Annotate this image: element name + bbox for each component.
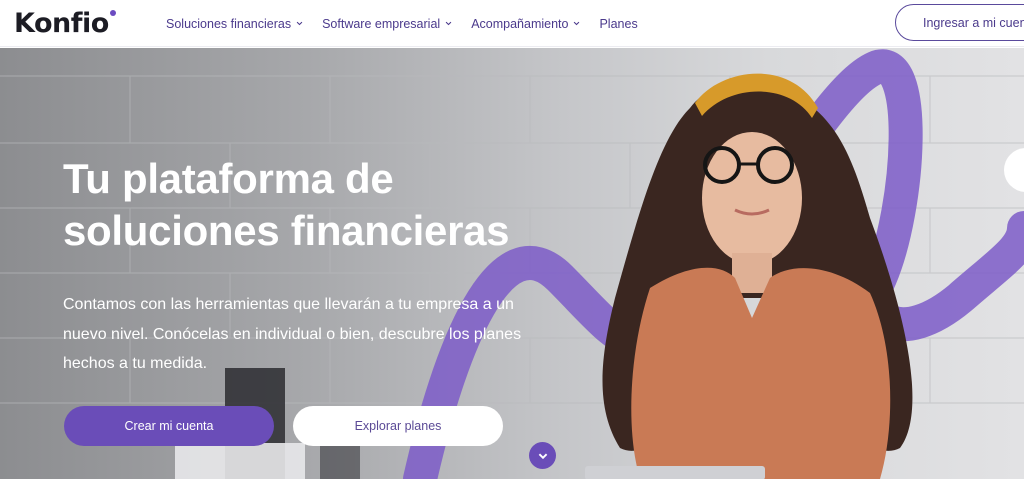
chevron-down-icon — [445, 21, 452, 26]
chevron-down-icon — [574, 21, 580, 26]
login-button[interactable]: Ingresar a mi cuenta — [895, 4, 1024, 41]
nav-item-acompanamiento[interactable]: Acompañamiento — [471, 17, 580, 31]
create-account-button[interactable]: Crear mi cuenta — [64, 406, 274, 446]
logo-text: Konfio — [14, 7, 109, 39]
nav-item-software-empresarial[interactable]: Software empresarial — [322, 17, 452, 31]
nav-item-label: Acompañamiento — [471, 16, 569, 31]
nav-item-label: Soluciones financieras — [166, 16, 292, 31]
explore-plans-button[interactable]: Explorar planes — [293, 406, 503, 446]
hero-description: Contamos con las herramientas que llevar… — [63, 296, 522, 372]
konfio-logo[interactable]: Konfio — [14, 6, 116, 40]
nav-item-label: Software empresarial — [322, 16, 441, 31]
nav-item-soluciones-financieras[interactable]: Soluciones financieras — [166, 17, 303, 31]
scroll-down-button[interactable] — [529, 442, 556, 469]
site-header: Konfio Soluciones financieras Software e… — [0, 0, 1024, 47]
nav-item-label: Planes — [599, 16, 638, 31]
hero-section: Tu plataforma de soluciones financieras … — [0, 48, 1024, 479]
hero-title: Tu plataforma de soluciones financieras — [63, 155, 510, 254]
chevron-down-icon — [538, 453, 547, 459]
chevron-down-icon — [296, 21, 303, 26]
main-nav: Soluciones financieras Software empresar… — [166, 0, 657, 47]
logo-dot — [109, 10, 116, 16]
nav-item-planes[interactable]: Planes — [599, 17, 637, 31]
